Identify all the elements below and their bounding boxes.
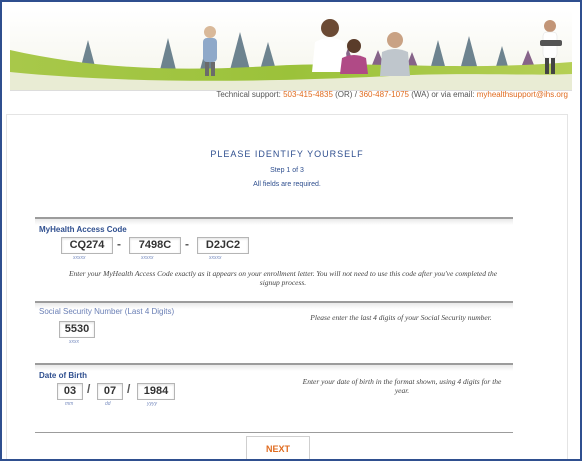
identify-form-panel: PLEASE IDENTIFY YOURSELF Step 1 of 3 All… <box>6 114 568 459</box>
access-code-separator-2: - <box>185 237 189 251</box>
support-phone-wa-link[interactable]: 360-487-1075 <box>359 90 409 99</box>
support-wa-text: (WA) or via email: <box>411 90 475 99</box>
dob-year-hint: yyyy <box>147 401 157 407</box>
dob-month-hint: mm <box>65 401 74 407</box>
step-indicator: Step 1 of 3 <box>270 167 304 174</box>
access-code-separator-1: - <box>117 237 121 251</box>
form-title: PLEASE IDENTIFY YOURSELF <box>210 149 364 159</box>
dob-separator-2: / <box>127 382 131 396</box>
access-code-hint-1: xxxxx <box>73 255 86 261</box>
support-or-region: (OR) / <box>335 90 357 99</box>
next-button[interactable]: NEXT <box>246 436 310 459</box>
ssn-instructions: Please enter the last 4 digits of your S… <box>310 313 492 322</box>
access-code-hint-2: xxxxx <box>141 255 154 261</box>
section-shade <box>35 365 513 371</box>
access-code-section: MyHealth Access Code CQ274 - 7498C - D2J… <box>35 217 513 299</box>
support-email-link[interactable]: myhealthsupport@ihs.org <box>477 90 568 99</box>
ssn-last4-input[interactable]: 5530 <box>59 321 95 338</box>
dob-section: Date of Birth 03 / 07 / 1984 mm dd yyyy … <box>35 363 513 431</box>
access-code-hint-3: xxxxx <box>209 255 222 261</box>
page-frame: Technical support: 503-415-4835 (OR) / 3… <box>0 0 582 461</box>
technical-support-line: Technical support: 503-415-4835 (OR) / 3… <box>2 90 568 99</box>
dob-year-input[interactable]: 1984 <box>137 383 175 400</box>
dob-day-input[interactable]: 07 <box>97 383 123 400</box>
support-label: Technical support: <box>216 90 281 99</box>
ssn-hint: xxxx <box>69 339 79 345</box>
dob-day-hint: dd <box>105 401 111 407</box>
access-code-part3-input[interactable]: D2JC2 <box>197 237 249 254</box>
dob-label: Date of Birth <box>39 371 87 380</box>
form-bottom-divider <box>35 432 513 433</box>
dob-instructions: Enter your date of birth in the format s… <box>302 377 502 395</box>
access-code-instructions: Enter your MyHealth Access Code exactly … <box>68 269 498 287</box>
access-code-part2-input[interactable]: 7498C <box>129 237 181 254</box>
ssn-section: Social Security Number (Last 4 Digits) 5… <box>35 301 513 363</box>
support-phone-or-link[interactable]: 503-415-4835 <box>283 90 333 99</box>
ssn-label: Social Security Number (Last 4 Digits) <box>39 307 175 316</box>
dob-month-input[interactable]: 03 <box>57 383 83 400</box>
access-code-part1-input[interactable]: CQ274 <box>61 237 113 254</box>
header-banner <box>10 10 572 91</box>
dob-separator-1: / <box>87 382 91 396</box>
required-note: All fields are required. <box>253 181 321 188</box>
access-code-label: MyHealth Access Code <box>39 225 127 234</box>
banner-illustration <box>10 10 572 90</box>
